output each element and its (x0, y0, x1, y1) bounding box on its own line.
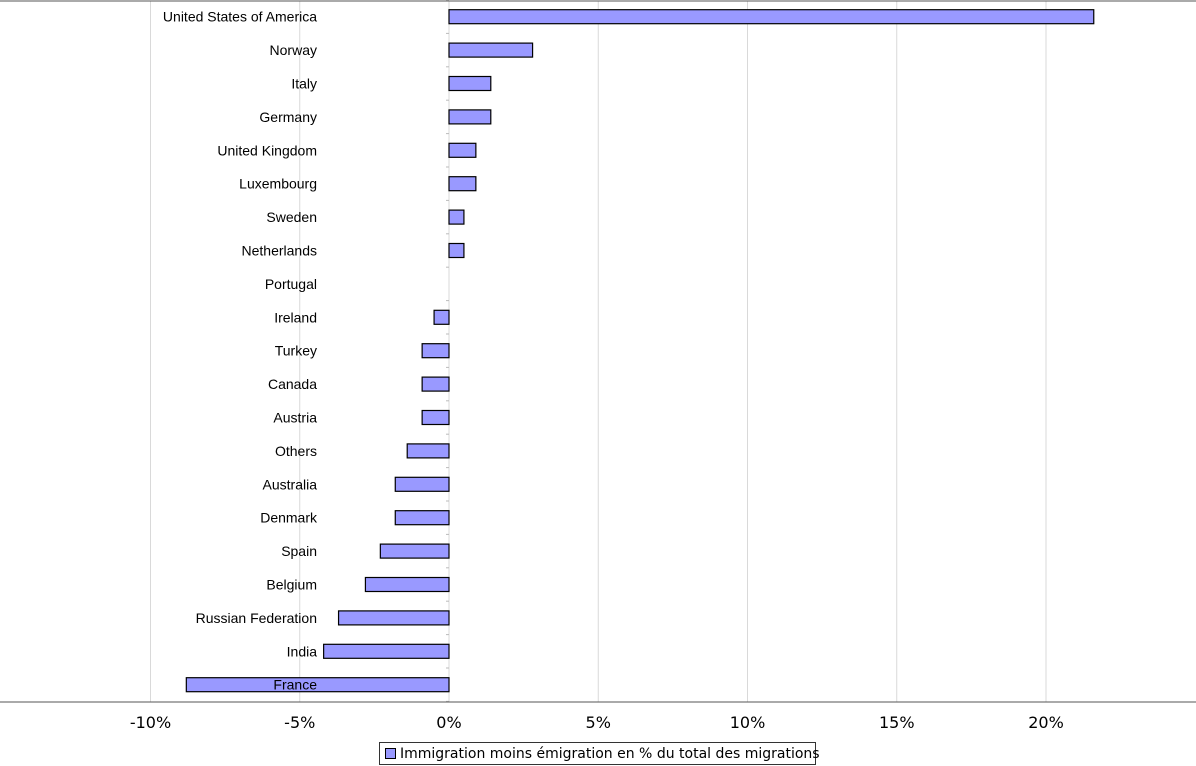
category-label: Netherlands (242, 243, 318, 259)
bars (185, 9, 1095, 693)
category-label: Ireland (274, 309, 317, 325)
category-labels: United States of America Norway Italy Germa… (163, 9, 318, 693)
bar (448, 9, 1095, 25)
category-label: India (287, 643, 318, 659)
bar-chart: United States of America Norway Italy Germa… (0, 0, 1196, 732)
bar (448, 176, 477, 192)
x-tick-label: -5% (284, 713, 315, 732)
bar (421, 343, 450, 359)
bar (394, 476, 450, 492)
category-label: Portugal (265, 276, 317, 292)
category-label: Canada (268, 376, 317, 392)
bar (433, 309, 450, 325)
category-label: Turkey (275, 343, 317, 359)
legend: Immigration moins émigration en % du tot… (379, 742, 820, 765)
bar (421, 376, 450, 392)
x-tick-label: 10% (730, 713, 766, 732)
bar (448, 75, 492, 92)
legend-label: Immigration moins émigration en % du tot… (400, 745, 820, 762)
bar (406, 443, 450, 459)
bar (448, 142, 477, 158)
bar (364, 576, 450, 593)
legend-swatch (385, 748, 396, 759)
x-tick-label: 5% (586, 713, 611, 732)
category-label: Sweden (266, 209, 317, 225)
category-label: France (273, 677, 317, 693)
bar (421, 409, 450, 426)
category-label: Belgium (266, 577, 317, 593)
category-label: Austria (273, 410, 317, 426)
category-label: United States of America (163, 9, 317, 25)
bar (394, 510, 450, 526)
category-label: Italy (291, 76, 317, 92)
category-label: Norway (270, 42, 317, 58)
category-label: Spain (281, 543, 317, 559)
category-label: Luxembourg (239, 176, 317, 192)
category-label: Russian Federation (196, 610, 317, 626)
bar (185, 677, 450, 693)
bar (379, 543, 450, 559)
category-label: United Kingdom (217, 142, 317, 158)
bar (448, 242, 465, 259)
x-tick-label: 20% (1028, 713, 1064, 732)
category-label: Others (275, 443, 317, 459)
bar (448, 109, 492, 125)
category-label: Denmark (260, 510, 318, 526)
category-label: Australia (263, 476, 318, 492)
x-tick-label: -10% (130, 713, 171, 732)
category-label: Germany (259, 109, 317, 125)
bar (448, 209, 465, 225)
x-tick-label: 0% (436, 713, 461, 732)
bar (337, 610, 450, 626)
x-axis-ticks: -10% -5% 0% 5% 10% 15% 20% (130, 713, 1064, 732)
bar (323, 643, 450, 659)
bar (448, 42, 534, 58)
x-tick-label: 15% (879, 713, 915, 732)
